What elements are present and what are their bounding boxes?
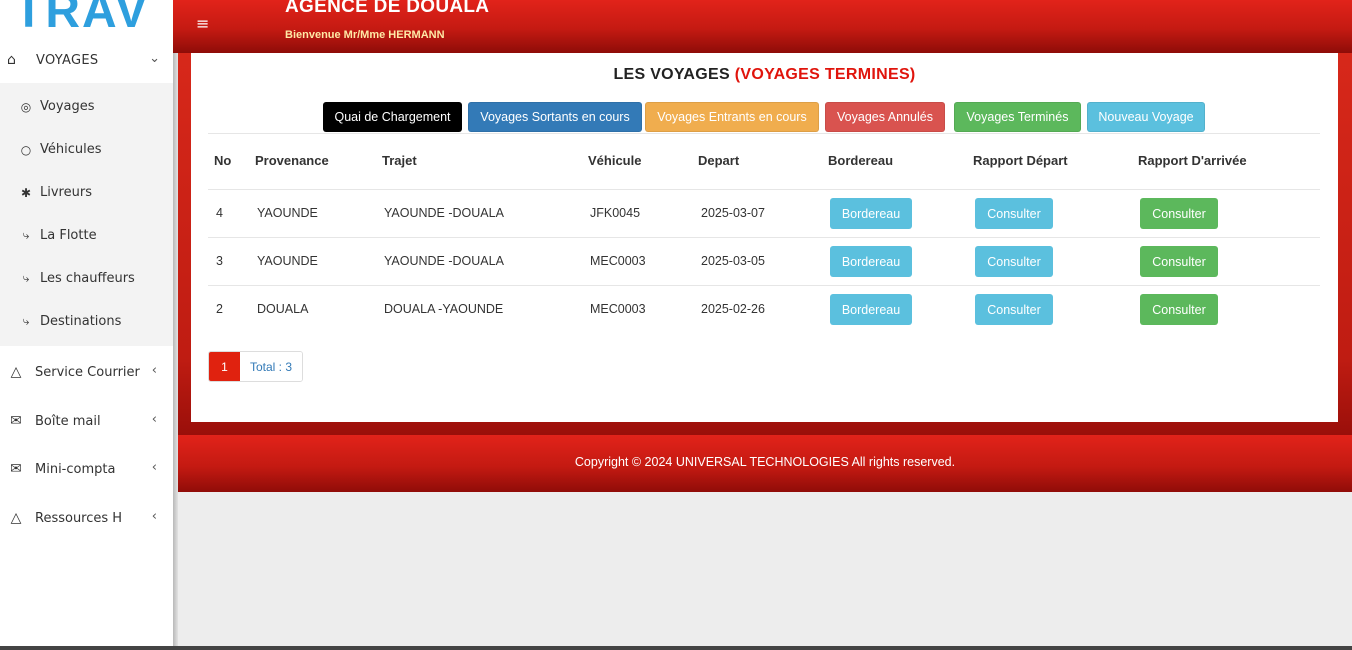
bordereau-button[interactable]: Bordereau [830, 246, 912, 277]
cell-vehicule: MEC0003 [590, 254, 646, 268]
column-header-depart: Depart [698, 153, 740, 168]
consulter-depart-button[interactable]: Consulter [975, 294, 1053, 325]
sidebar-submenu: ◎ Voyages ○ Véhicules ✱ Livreurs ⤷ La Fl… [0, 83, 173, 346]
consulter-depart-button[interactable]: Consulter [975, 198, 1053, 229]
cell-depart: 2025-02-26 [701, 302, 765, 316]
pagination-total: Total : 3 [240, 352, 303, 381]
envelope-icon: ✉ [10, 413, 22, 429]
sidebar-item-la-flotte[interactable]: ⤷ La Flotte [0, 214, 173, 257]
sidebar-item-label: La Flotte [40, 228, 97, 243]
cell-trajet: YAOUNDE -DOUALA [384, 254, 504, 268]
logo: TRAV [14, 0, 150, 36]
sidebar-menu-label: Ressources H [35, 510, 123, 526]
cell-provenance: YAOUNDE [257, 254, 318, 268]
page-title-main: LES VOYAGES [613, 66, 730, 83]
sidebar-item-label: Véhicules [40, 142, 102, 157]
column-header-rapport-arrivee: Rapport D'arrivée [1138, 153, 1247, 168]
circle-icon: ○ [20, 142, 32, 157]
cell-trajet: YAOUNDE -DOUALA [384, 206, 504, 220]
chevron-left-icon: ‹ [151, 363, 157, 378]
flask-icon: △ [10, 510, 22, 526]
sidebar-item-label: Voyages [40, 99, 95, 114]
sidebar-item-voyages[interactable]: ◎ Voyages [0, 85, 173, 128]
page-title-status: (VOYAGES TERMINES) [734, 66, 916, 83]
sidebar: TRAV ⌂ VOYAGES ⌄ ◎ Voyages ○ Véhicules ✱… [0, 0, 173, 650]
cell-depart: 2025-03-05 [701, 254, 765, 268]
cell-no: 2 [216, 302, 223, 316]
pagination: 1 Total : 3 [208, 351, 304, 382]
bordereau-button[interactable]: Bordereau [830, 198, 912, 229]
nouveau-voyage-button[interactable]: Nouveau Voyage [1087, 102, 1205, 132]
bordereau-button[interactable]: Bordereau [830, 294, 912, 325]
agency-title: AGENCE DE DOUALA [285, 0, 490, 17]
cell-vehicule: JFK0045 [590, 206, 641, 220]
column-header-no: No [214, 153, 232, 168]
bolt-icon: ⤷ [22, 228, 30, 242]
column-header-bordereau: Bordereau [828, 153, 894, 168]
row-divider [208, 189, 1320, 190]
sidebar-menu-label: VOYAGES [36, 52, 99, 68]
consulter-arrivee-button[interactable]: Consulter [1140, 294, 1218, 325]
voyages-entrants-button[interactable]: Voyages Entrants en cours [645, 102, 819, 132]
sidebar-item-vehicules[interactable]: ○ Véhicules [0, 128, 173, 171]
target-icon: ◎ [20, 99, 32, 114]
cell-provenance: DOUALA [257, 302, 309, 316]
quai-de-chargement-button[interactable]: Quai de Chargement [323, 102, 462, 132]
table-top-divider [208, 133, 1320, 134]
sidebar-menu-boite-mail[interactable]: ✉ Boîte mail ‹ [0, 397, 173, 445]
column-header-rapport-depart: Rapport Départ [973, 153, 1068, 168]
sidebar-item-label: Les chauffeurs [40, 271, 135, 286]
bolt-icon: ⤷ [22, 314, 30, 328]
menu-toggle-icon[interactable]: ≡ [196, 14, 209, 33]
sidebar-item-label: Destinations [40, 314, 122, 329]
column-header-provenance: Provenance [255, 153, 329, 168]
column-header-vehicule: Véhicule [588, 153, 642, 168]
chevron-left-icon: ‹ [151, 460, 157, 475]
consulter-arrivee-button[interactable]: Consulter [1140, 246, 1218, 277]
voyages-sortants-button[interactable]: Voyages Sortants en cours [468, 102, 642, 132]
sidebar-item-les-chauffeurs[interactable]: ⤷ Les chauffeurs [0, 257, 173, 300]
cell-no: 4 [216, 206, 223, 220]
sidebar-item-destinations[interactable]: ⤷ Destinations [0, 300, 173, 343]
person-icon: ✱ [20, 185, 32, 200]
sidebar-menu-label: Mini-compta [35, 461, 116, 477]
envelope-icon: ✉ [10, 461, 22, 477]
voyages-termines-button[interactable]: Voyages Terminés [954, 102, 1081, 132]
window-bottom-border [0, 646, 1352, 650]
home-icon: ⌂ [7, 52, 16, 68]
content-panel: LES VOYAGES (VOYAGES TERMINES) Quai de C… [191, 53, 1338, 422]
cell-vehicule: MEC0003 [590, 302, 646, 316]
consulter-depart-button[interactable]: Consulter [975, 246, 1053, 277]
sidebar-item-livreurs[interactable]: ✱ Livreurs [0, 171, 173, 214]
row-divider [208, 285, 1320, 286]
welcome-message: Bienvenue Mr/Mme HERMANN [285, 29, 445, 41]
column-header-trajet: Trajet [382, 153, 417, 168]
sidebar-menu-label: Service Courrier [35, 364, 140, 380]
cell-depart: 2025-03-07 [701, 206, 765, 220]
top-header: ≡ AGENCE DE DOUALA Bienvenue Mr/Mme HERM… [173, 0, 1352, 53]
chevron-down-icon: ⌄ [149, 51, 160, 66]
voyages-annules-button[interactable]: Voyages Annulés [825, 102, 945, 132]
sidebar-menu-ressources-h[interactable]: △ Ressources H ‹ [0, 494, 173, 542]
content-frame: LES VOYAGES (VOYAGES TERMINES) Quai de C… [178, 53, 1352, 435]
sidebar-menu-service-courrier[interactable]: △ Service Courrier ‹ [0, 348, 173, 396]
sidebar-menu-label: Boîte mail [35, 413, 101, 429]
chevron-left-icon: ‹ [151, 412, 157, 427]
row-divider [208, 237, 1320, 238]
footer: Copyright © 2024 UNIVERSAL TECHNOLOGIES … [178, 435, 1352, 492]
sidebar-item-label: Livreurs [40, 185, 92, 200]
page-1-button[interactable]: 1 [209, 352, 240, 381]
page-title: LES VOYAGES (VOYAGES TERMINES) [191, 66, 1338, 84]
bolt-icon: ⤷ [22, 271, 30, 285]
cell-trajet: DOUALA -YAOUNDE [384, 302, 504, 316]
cell-no: 3 [216, 254, 223, 268]
cell-provenance: YAOUNDE [257, 206, 318, 220]
consulter-arrivee-button[interactable]: Consulter [1140, 198, 1218, 229]
chevron-left-icon: ‹ [151, 509, 157, 524]
sidebar-menu-voyages[interactable]: ⌂ VOYAGES ⌄ [0, 37, 173, 83]
flask-icon: △ [10, 364, 22, 380]
copyright-text: Copyright © 2024 UNIVERSAL TECHNOLOGIES … [574, 455, 956, 469]
sidebar-menu-mini-compta[interactable]: ✉ Mini-compta ‹ [0, 445, 173, 493]
